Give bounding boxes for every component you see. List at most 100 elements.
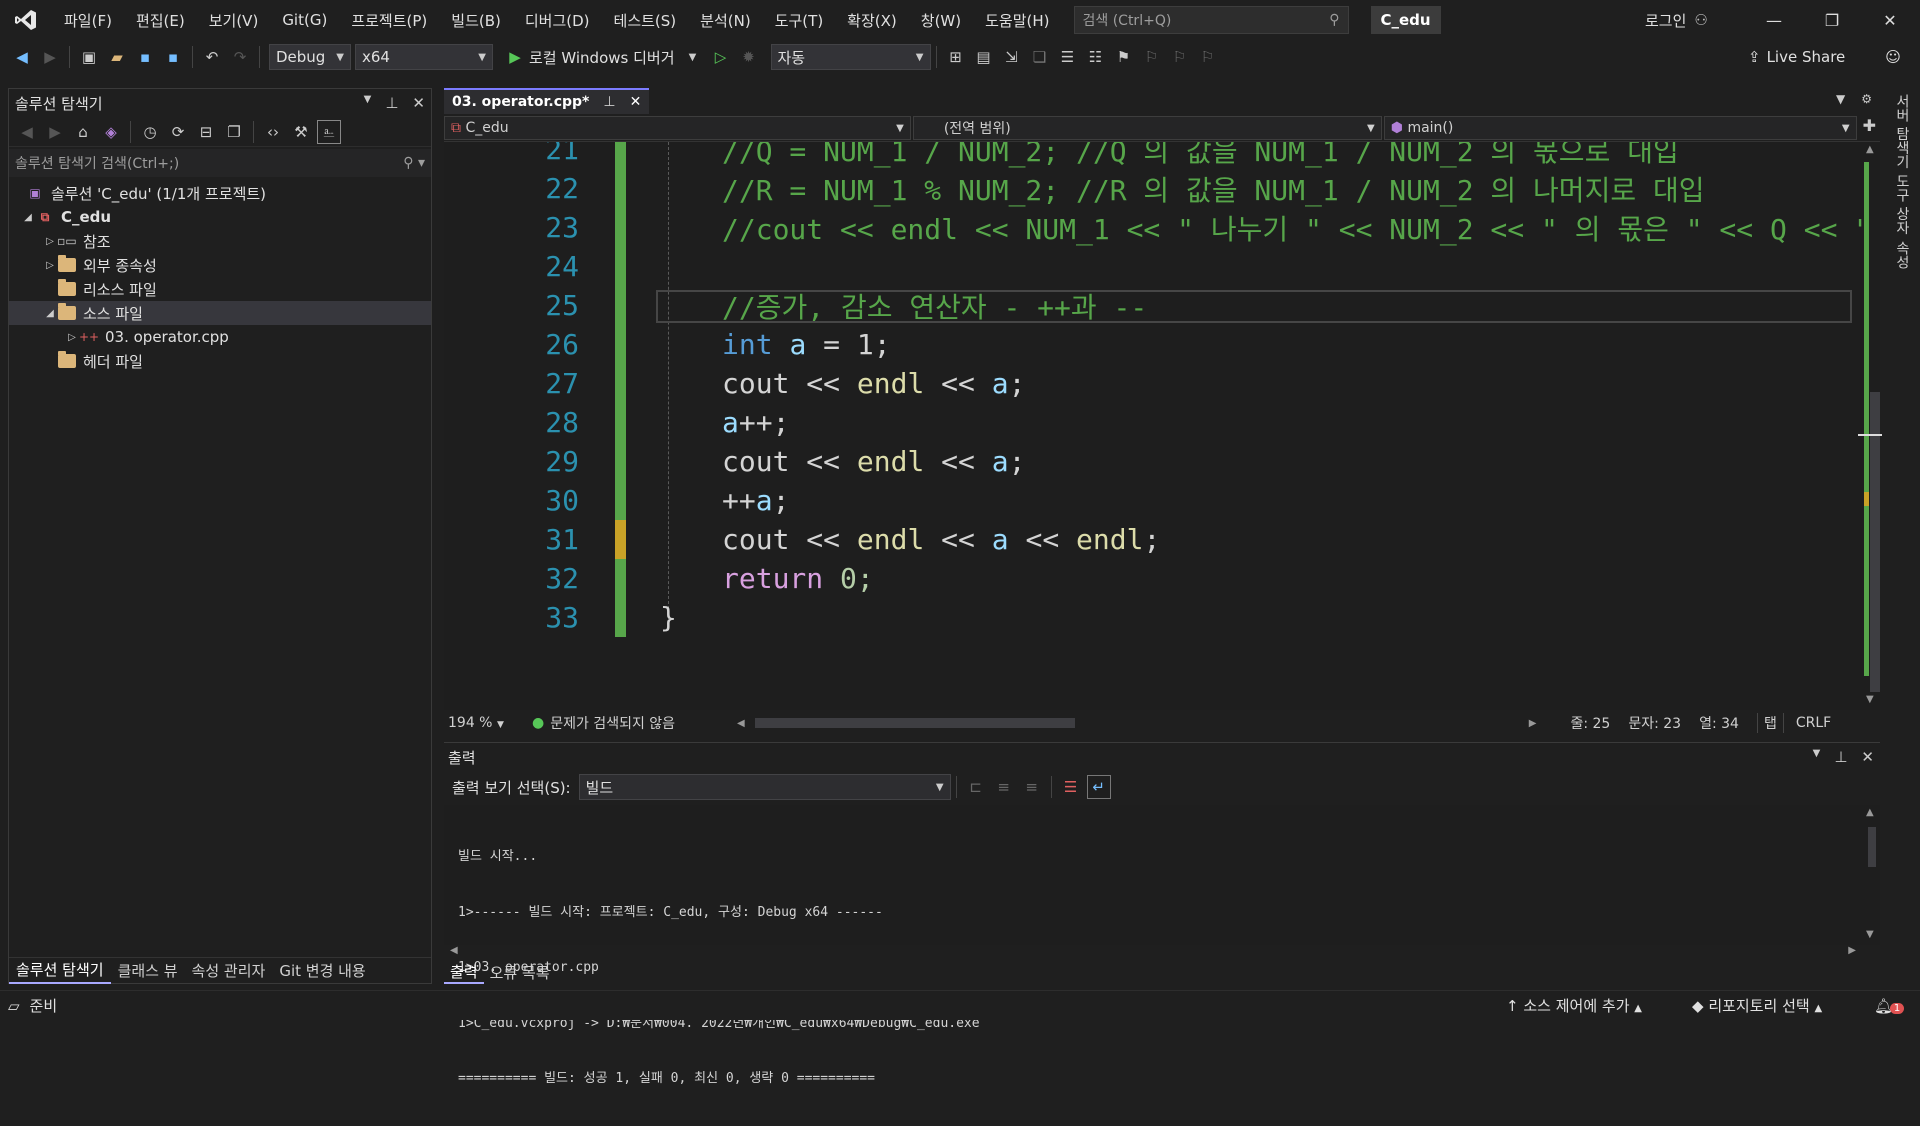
- zoom-select[interactable]: 194 % ▼: [444, 715, 518, 731]
- expanded-icon[interactable]: ◢: [43, 308, 57, 319]
- forward-icon[interactable]: ▶: [43, 120, 67, 144]
- save-all-icon[interactable]: ▪: [161, 45, 185, 69]
- add-source-control-button[interactable]: ↑ 소스 제어에 추가 ▲: [1506, 995, 1642, 1016]
- view-code-icon[interactable]: ‹›: [261, 120, 285, 144]
- auto-select[interactable]: 자동 ▼: [770, 44, 931, 70]
- close-icon[interactable]: ✕: [630, 94, 642, 110]
- bookmark-icon[interactable]: ⚑: [1112, 45, 1136, 69]
- output-text[interactable]: 빌드 시작... 1>------ 빌드 시작: 프로젝트: C_edu, 구성…: [444, 805, 1862, 1086]
- notifications-button[interactable]: 🔔︎ 1: [1874, 997, 1905, 1015]
- scope-nav-select[interactable]: (전역 범위) ▼: [912, 116, 1382, 140]
- pin-icon[interactable]: ⊥: [603, 94, 615, 110]
- scroll-up-icon[interactable]: ▲: [1866, 144, 1874, 155]
- scroll-left-icon[interactable]: ◀: [737, 718, 745, 729]
- scroll-down-icon[interactable]: ▼: [1866, 929, 1874, 940]
- account-settings-icon[interactable]: ⚇: [1694, 11, 1707, 29]
- pin-icon[interactable]: ⊥: [385, 94, 398, 112]
- menu-item-10[interactable]: 확장(X): [835, 0, 909, 40]
- indent-icon[interactable]: ☰: [1056, 45, 1080, 69]
- output-horizontal-scrollbar[interactable]: ◀ ▶: [444, 945, 1862, 959]
- close-button[interactable]: ✕: [1861, 0, 1919, 40]
- horizontal-scrollbar-thumb[interactable]: [754, 718, 1075, 728]
- global-search-input[interactable]: 검색 (Ctrl+Q) ⚲: [1073, 6, 1349, 34]
- tab-git-changes[interactable]: Git 변경 내용: [272, 958, 372, 984]
- code-editor[interactable]: 21 //Q = NUM_1 / NUM_2; //Q 의 값을 NUM_1 /…: [444, 142, 1862, 710]
- split-icon[interactable]: ✚: [1859, 116, 1880, 141]
- login-button[interactable]: 로그인: [1645, 10, 1686, 31]
- solution-explorer-search-input[interactable]: 솔루션 탐색기 검색(Ctrl+;) ⚲ ▾: [9, 149, 431, 177]
- pending-changes-icon[interactable]: ◷: [138, 120, 162, 144]
- redo-icon[interactable]: ↷: [228, 45, 252, 69]
- scrollbar-thumb[interactable]: [1868, 827, 1876, 867]
- close-icon[interactable]: ✕: [412, 94, 425, 112]
- next-message-icon[interactable]: ≡: [1020, 775, 1044, 799]
- menu-item-11[interactable]: 창(W): [909, 0, 973, 40]
- pin-icon[interactable]: ⊥: [1834, 748, 1847, 766]
- prev-message-icon[interactable]: ≡: [992, 775, 1016, 799]
- collapsed-icon[interactable]: ▷: [65, 332, 79, 343]
- chevron-down-icon[interactable]: ▼: [364, 94, 372, 112]
- tree-item-references[interactable]: ▷ ▫▭ 참조: [9, 229, 431, 253]
- close-icon[interactable]: ✕: [1861, 748, 1874, 766]
- show-all-files-icon[interactable]: ❐: [222, 120, 246, 144]
- menu-item-5[interactable]: 빌드(B): [439, 0, 513, 40]
- editor-vertical-scrollbar[interactable]: ▲ ▼: [1858, 142, 1882, 710]
- menu-item-8[interactable]: 분석(N): [688, 0, 763, 40]
- indent-mode[interactable]: 탭: [1756, 713, 1784, 733]
- gear-icon[interactable]: ⚙: [1861, 92, 1872, 106]
- menu-item-12[interactable]: 도움말(H): [973, 0, 1061, 40]
- menu-item-4[interactable]: 프로젝트(P): [339, 0, 439, 40]
- live-share-button[interactable]: Live Share: [1767, 48, 1846, 66]
- outdent-icon[interactable]: ☷: [1084, 45, 1108, 69]
- menu-item-0[interactable]: 파일(F): [52, 0, 124, 40]
- tab-output[interactable]: 출력: [444, 960, 484, 984]
- prev-bookmark-icon[interactable]: ⚐: [1140, 45, 1164, 69]
- line-ending[interactable]: CRLF: [1796, 715, 1831, 731]
- live-share-icon[interactable]: ⇪: [1748, 48, 1761, 66]
- hot-reload-icon[interactable]: ✹: [737, 45, 761, 69]
- server-explorer-tab[interactable]: 서버 탐색기: [1892, 94, 1912, 168]
- back-icon[interactable]: ◀: [15, 120, 39, 144]
- menu-item-3[interactable]: Git(G): [270, 0, 339, 40]
- minimize-button[interactable]: —: [1745, 0, 1803, 40]
- undo-icon[interactable]: ↶: [200, 45, 224, 69]
- save-icon[interactable]: ▪: [133, 45, 157, 69]
- chevron-down-icon[interactable]: ▼: [1813, 748, 1821, 766]
- selector-icon[interactable]: ⇲: [1000, 45, 1024, 69]
- scrollbar-thumb[interactable]: [1870, 392, 1880, 692]
- scroll-down-icon[interactable]: ▼: [1866, 694, 1874, 705]
- next-bookmark-icon[interactable]: ⚐: [1168, 45, 1192, 69]
- switch-views-icon[interactable]: ◈: [99, 120, 123, 144]
- scroll-left-icon[interactable]: ◀: [450, 945, 458, 959]
- toolbox-tab[interactable]: 도구 상자: [1892, 174, 1912, 234]
- new-project-icon[interactable]: ▣: [77, 45, 101, 69]
- chevron-down-icon[interactable]: ▼: [1836, 92, 1845, 106]
- collapsed-icon[interactable]: ▷: [43, 260, 57, 271]
- open-folder-icon[interactable]: ▰: [105, 45, 129, 69]
- project-nav-select[interactable]: ⧉ C_edu ▼: [444, 116, 911, 140]
- sync-icon[interactable]: ⟳: [166, 120, 190, 144]
- preview-selected-icon[interactable]: ⎁: [317, 119, 341, 144]
- output-vertical-scrollbar[interactable]: ▲ ▼: [1862, 805, 1880, 945]
- layout-icon[interactable]: ▤: [972, 45, 996, 69]
- expanded-icon[interactable]: ◢: [21, 212, 35, 223]
- tab-property-manager[interactable]: 속성 관리자: [185, 958, 273, 984]
- scroll-right-icon[interactable]: ▶: [1529, 718, 1537, 729]
- configuration-select[interactable]: Debug ▼: [269, 44, 351, 70]
- tab-solution-explorer[interactable]: 솔루션 탐색기: [9, 958, 111, 984]
- word-wrap-icon[interactable]: ↵: [1086, 775, 1111, 799]
- forward-icon[interactable]: ▶: [38, 45, 62, 69]
- collapse-all-icon[interactable]: ⊟: [194, 120, 218, 144]
- member-nav-select[interactable]: ⬢ main() ▼: [1383, 116, 1857, 140]
- browse-icon[interactable]: ⊞: [944, 45, 968, 69]
- home-icon[interactable]: ⌂: [71, 120, 95, 144]
- menu-item-2[interactable]: 보기(V): [197, 0, 271, 40]
- chevron-down-icon[interactable]: ▼: [681, 45, 705, 69]
- clear-bookmarks-icon[interactable]: ⚐: [1196, 45, 1220, 69]
- tree-item-source-file[interactable]: ▷ ++ 03. operator.cpp: [9, 325, 431, 349]
- tab-operator-cpp[interactable]: 03. operator.cpp* ⊥ ✕: [444, 88, 650, 114]
- copy-icon[interactable]: ❏: [1028, 45, 1052, 69]
- platform-select[interactable]: x64 ▼: [355, 44, 493, 70]
- tree-item-source-files[interactable]: ◢ 소스 파일: [9, 301, 431, 325]
- feedback-icon[interactable]: ☺: [1885, 48, 1901, 66]
